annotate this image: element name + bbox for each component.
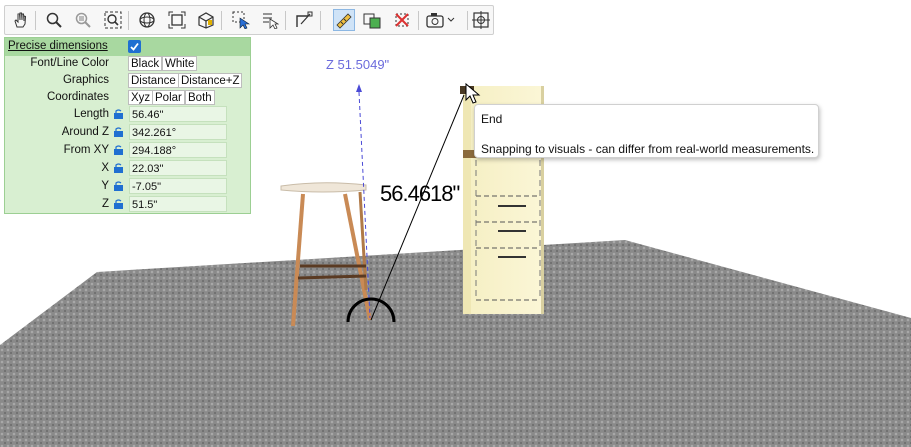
panel-title[interactable]: Precise dimensions (8, 40, 108, 52)
fit-view-icon[interactable] (166, 9, 188, 31)
length-value[interactable]: 56.46" (129, 106, 227, 122)
y-value[interactable]: -7.05" (129, 178, 227, 194)
y-label: Y (101, 180, 109, 192)
precise-dimensions-checkbox[interactable] (128, 40, 141, 53)
snap-tooltip: End Snapping to visuals - can differ fro… (474, 104, 819, 158)
from-xy-value[interactable]: 294.188° (129, 142, 227, 158)
coordinates-option-polar[interactable]: Polar (152, 90, 185, 105)
lock-icon[interactable] (113, 163, 125, 173)
length-label: Length (73, 108, 109, 120)
snap-icon[interactable] (361, 9, 383, 31)
measure-icon[interactable] (333, 9, 355, 31)
coordinates-option-both[interactable]: Both (185, 90, 215, 105)
precise-dimensions-panel: Precise dimensions Font/Line Color Black… (4, 37, 251, 214)
tooltip-body: Snapping to visuals - can differ from re… (481, 142, 815, 156)
lock-icon[interactable] (113, 199, 125, 209)
floor-plane (0, 240, 911, 447)
coordinates-option-xyz[interactable]: Xyz (128, 90, 154, 105)
around-z-value[interactable]: 342.261° (129, 124, 227, 140)
lock-icon[interactable] (113, 145, 125, 155)
z-label: Z (101, 198, 109, 210)
lock-icon[interactable] (113, 127, 125, 137)
camera-icon[interactable] (425, 9, 459, 31)
zoom-icon[interactable] (43, 9, 65, 31)
lock-icon[interactable] (113, 109, 125, 119)
x-value[interactable]: 22.03" (129, 160, 227, 176)
lock-icon[interactable] (113, 181, 125, 191)
distance-readout: 56.4618" (380, 181, 460, 206)
from-xy-label: From XY (63, 144, 109, 156)
z-height-readout: Z 51.5049" (326, 57, 390, 72)
font-line-color-label: Font/Line Color (30, 57, 109, 69)
box-view-icon[interactable] (195, 9, 217, 31)
hand-pan-icon[interactable] (9, 9, 31, 31)
center-target-icon[interactable] (470, 9, 492, 31)
graphics-option-distance[interactable]: Distance (128, 73, 179, 88)
graphics-option-distance-z[interactable]: Distance+Z (178, 73, 243, 88)
select-list-icon[interactable] (259, 9, 281, 31)
coordinates-label: Coordinates (46, 91, 109, 103)
zoom-extents-icon[interactable] (102, 9, 124, 31)
color-option-white[interactable]: White (162, 56, 198, 71)
toolbar (4, 5, 494, 35)
z-axis-arrowhead (356, 84, 362, 92)
select-window-icon[interactable] (230, 9, 252, 31)
dimension-icon[interactable] (293, 9, 315, 31)
zoom-window-icon[interactable] (72, 9, 94, 31)
color-option-black[interactable]: Black (128, 56, 163, 71)
checkmark-icon (130, 42, 139, 51)
tooltip-title: End (481, 112, 503, 126)
orbit-icon[interactable] (136, 9, 158, 31)
panel-header: Precise dimensions (5, 38, 250, 56)
around-z-label: Around Z (61, 126, 109, 138)
z-value[interactable]: 51.5" (129, 196, 227, 212)
graphics-label: Graphics (62, 74, 109, 86)
cross-delete-icon[interactable] (391, 9, 413, 31)
x-label: X (101, 162, 109, 174)
